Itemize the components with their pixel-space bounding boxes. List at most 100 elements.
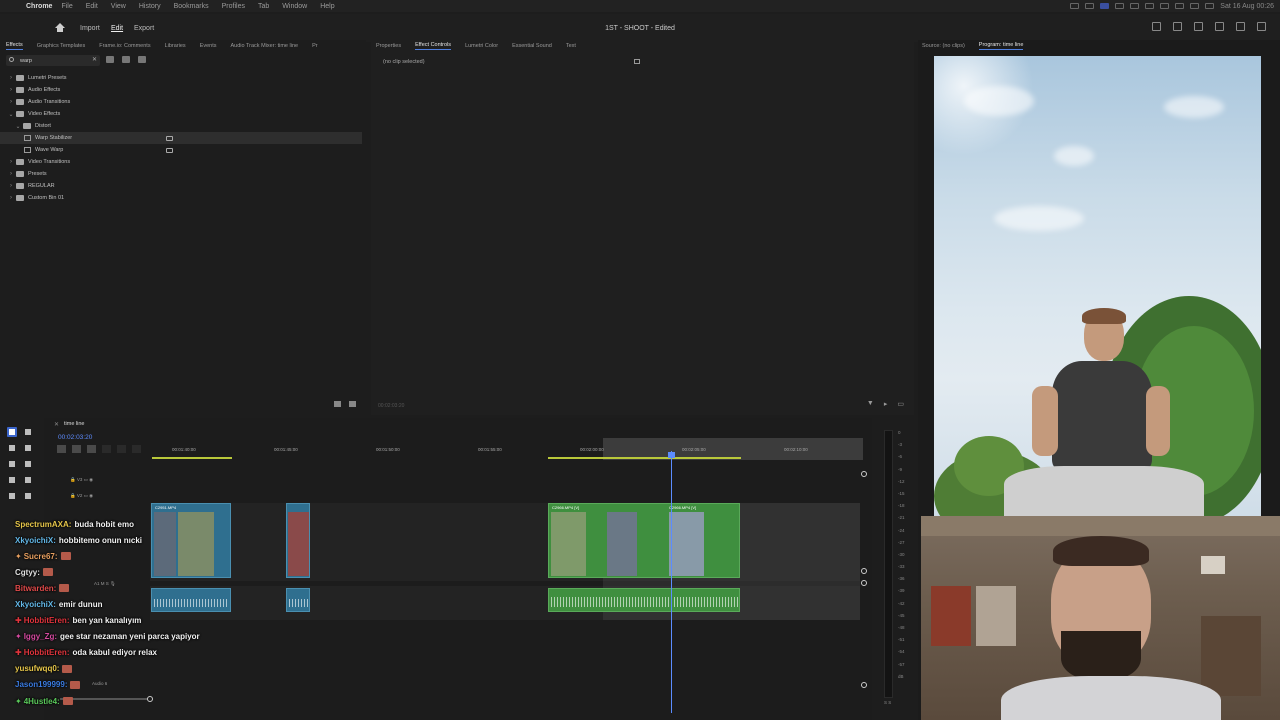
sequence-tab[interactable]: time line [64,421,84,427]
fullscreen-icon[interactable] [1257,22,1266,31]
caption-tool-icon[interactable] [23,491,33,501]
menu-help[interactable]: Help [320,3,334,10]
wifi-icon[interactable] [1175,3,1185,9]
menu-window[interactable]: Window [282,3,307,10]
status-icon[interactable] [1085,3,1095,9]
control-center-icon[interactable] [1205,3,1215,9]
menu-clock[interactable]: Sat 16 Aug 00:26 [1220,3,1274,10]
chevron-right-icon[interactable]: › [8,183,14,189]
menu-history[interactable]: History [139,3,161,10]
menu-icon[interactable] [1194,22,1203,31]
chevron-right-icon[interactable]: › [8,99,14,105]
menu-tab[interactable]: Tab [258,3,269,10]
tab-effects[interactable]: Effects [6,42,23,50]
tab-more[interactable]: Pr [312,43,318,49]
effects-tree-item[interactable]: Wave Warp [0,144,362,156]
yuv-filter-icon[interactable] [138,56,146,63]
panel-icon[interactable] [634,59,640,64]
status-icon[interactable] [1115,3,1125,9]
chevron-right-icon[interactable]: › [8,195,14,201]
tab-events[interactable]: Events [200,43,217,49]
scroll-knob[interactable] [861,471,867,477]
scroll-knob[interactable] [861,682,867,688]
delete-icon[interactable] [349,401,356,407]
nest-icon[interactable] [57,445,66,453]
menu-edit[interactable]: Edit [86,3,98,10]
playhead-handle[interactable] [668,452,675,458]
menu-file[interactable]: File [61,3,72,10]
captions-icon[interactable] [132,445,141,453]
menu-bookmarks[interactable]: Bookmarks [174,3,209,10]
progress-icon[interactable] [1215,22,1224,31]
slip-tool-icon[interactable] [7,459,17,469]
linked-selection-icon[interactable] [87,445,96,453]
export-frame-icon[interactable]: ▭ [897,400,904,408]
add-marker-icon[interactable] [102,445,111,453]
tab-text[interactable]: Text [566,43,576,49]
effects-tree-item[interactable]: ⌄ Distort [0,120,362,132]
playhead[interactable] [671,451,672,713]
effects-search-input[interactable]: warp ✕ [6,55,100,66]
effects-tree-item[interactable]: › Audio Effects [0,84,362,96]
close-sequence-icon[interactable]: ✕ [54,421,59,428]
effects-tree-item[interactable]: Warp Stabilizer [0,132,362,144]
tab-audio-track-mixer[interactable]: Audio Track Mixer: time line [231,43,299,49]
track-v3-header[interactable]: 🔒 V3 ▭ ◉ [70,477,93,483]
battery-icon[interactable] [1160,3,1170,9]
chevron-down-icon[interactable]: ⌄ [15,123,21,130]
bluetooth-icon[interactable] [1145,3,1155,9]
program-video-frame[interactable] [934,56,1261,518]
filter-icon[interactable]: ▼ [867,400,874,408]
ripple-edit-tool-icon[interactable] [7,443,17,453]
rectangle-tool-icon[interactable] [7,475,17,485]
hand-tool-icon[interactable] [23,475,33,485]
audio-clip[interactable] [286,588,310,612]
workspace-icon[interactable] [1152,22,1161,31]
effects-tree-item[interactable]: › Audio Transitions [0,96,362,108]
track-select-tool-icon[interactable] [23,427,33,437]
selection-tool-icon[interactable] [7,427,17,437]
video-clip[interactable]: C2966.MP4 [V] C2966.MP4 [V] [548,503,740,578]
snap-icon[interactable] [72,445,81,453]
32bit-filter-icon[interactable] [122,56,130,63]
razor-tool-icon[interactable] [23,443,33,453]
tab-graphics-templates[interactable]: Graphics Templates [37,43,86,49]
search-icon[interactable] [1236,22,1245,31]
tab-lumetri-color[interactable]: Lumetri Color [465,43,498,49]
effects-tree-item[interactable]: ⌄ Video Effects [0,108,362,120]
tab-frameio-comments[interactable]: Frame.io: Comments [99,43,150,49]
scroll-knob[interactable] [861,568,867,574]
timeline-timecode[interactable]: 00:02:03:20 [58,434,92,441]
tab-effect-controls[interactable]: Effect Controls [415,42,452,50]
screen-record-icon[interactable] [1100,3,1110,9]
effects-tree-item[interactable]: › Custom Bin 01 [0,192,362,204]
effects-tree-item[interactable]: › Video Transitions [0,156,362,168]
video-clip[interactable] [286,503,310,578]
chevron-right-icon[interactable]: › [8,159,14,165]
new-bin-icon[interactable] [334,401,341,407]
scroll-knob[interactable] [861,580,867,586]
menu-view[interactable]: View [111,3,126,10]
chevron-right-icon[interactable]: › [8,171,14,177]
share-icon[interactable] [1173,22,1182,31]
effects-tree-item[interactable]: › Lumetri Presets [0,72,362,84]
play-only-icon[interactable]: ▸ [884,400,888,408]
chevron-right-icon[interactable]: › [8,87,14,93]
accelerated-filter-icon[interactable] [106,56,114,63]
menu-profiles[interactable]: Profiles [222,3,245,10]
tab-essential-sound[interactable]: Essential Sound [512,43,552,49]
chevron-right-icon[interactable]: › [8,75,14,81]
clear-icon[interactable]: ✕ [92,56,97,63]
meter-solo[interactable]: S S [884,700,891,705]
tab-libraries[interactable]: Libraries [165,43,186,49]
status-icon[interactable] [1070,3,1080,9]
settings-icon[interactable] [117,445,126,453]
type-tool-icon[interactable] [7,491,17,501]
menu-app-name[interactable]: Chrome [26,3,52,10]
tab-properties[interactable]: Properties [376,43,401,49]
chevron-down-icon[interactable]: ⌄ [8,111,14,118]
search-icon[interactable] [1190,3,1200,9]
audio-clip[interactable] [548,588,740,612]
effects-tree-item[interactable]: › Presets [0,168,362,180]
pen-tool-icon[interactable] [23,459,33,469]
